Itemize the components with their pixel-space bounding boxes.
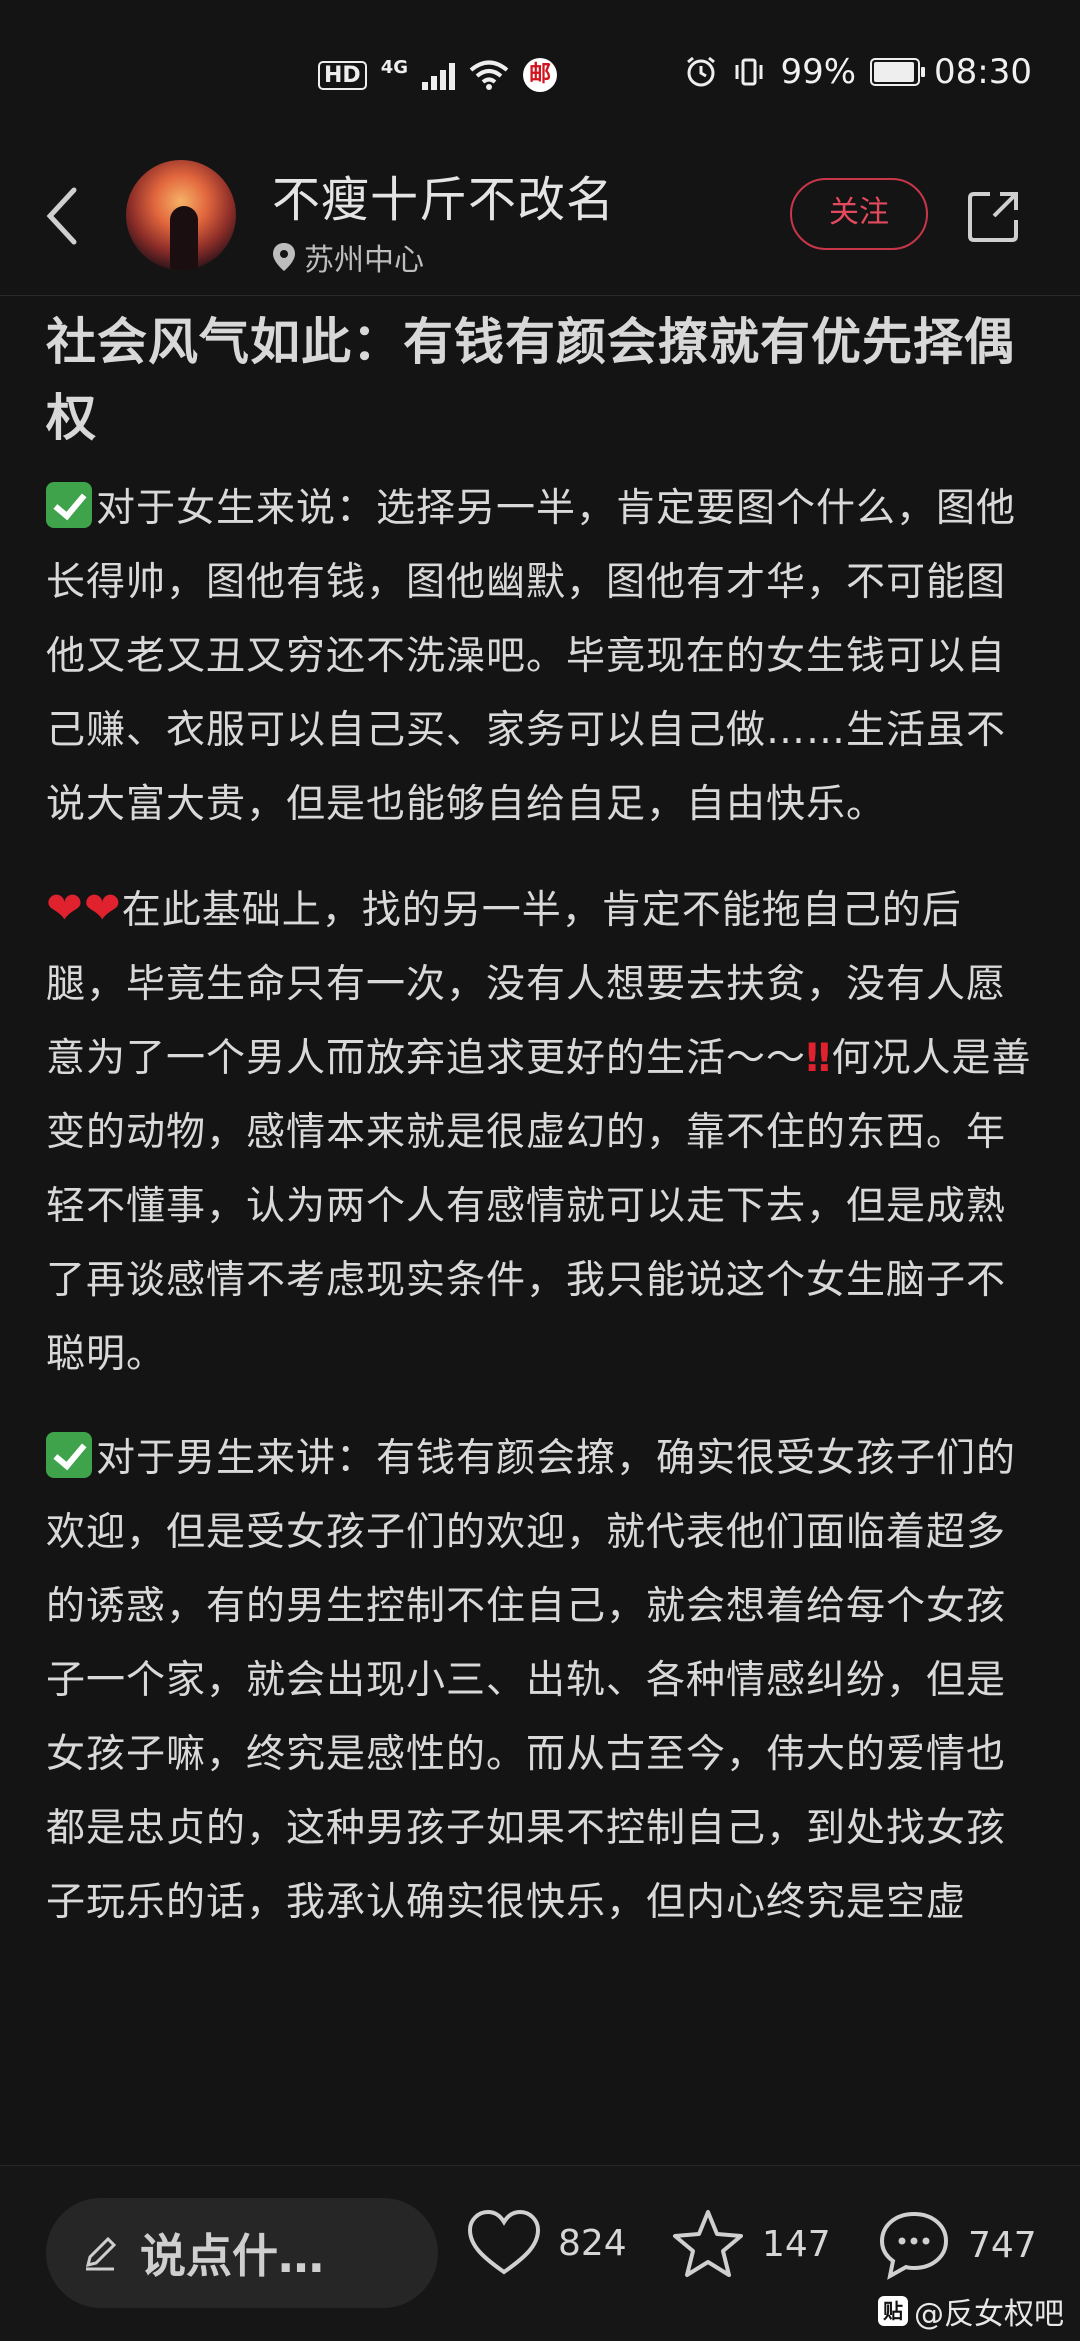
comment-bubble-icon <box>879 2211 949 2280</box>
location: 苏州中心 <box>272 235 424 279</box>
paragraph-1-text: 对于女生来说：选择另一半，肯定要图个什么，图他长得帅，图他有钱，图他幽默，图他有… <box>46 486 1017 827</box>
paragraph-3-text: 对于男生来讲：有钱有颜会撩，确实很受女孩子们的欢迎，但是受女孩子们的欢迎，就代表… <box>46 1436 1017 1925</box>
comment-count: 747 <box>968 2224 1037 2266</box>
bottom-action-bar: 说点什… 824 147 747 贴 @反女权吧 <box>0 2165 1080 2341</box>
wifi-icon <box>469 60 509 90</box>
watermark: 贴 @反女权吧 <box>878 2289 1064 2333</box>
check-mark-icon <box>46 1432 92 1478</box>
post-header: 不瘦十斤不改名 苏州中心 关注 <box>0 150 1080 296</box>
like-count: 824 <box>558 2222 627 2264</box>
comment-button[interactable]: 747 <box>876 2208 1037 2282</box>
follow-button[interactable]: 关注 <box>790 178 928 250</box>
paragraph-2-text-b: 何况人是善变的动物，感情本来就是很虚幻的，靠不住的东西。年轻不懂事，认为两个人有… <box>46 1036 1032 1377</box>
vibrate-icon <box>735 58 763 86</box>
location-pin-icon <box>273 243 295 271</box>
tieba-icon: 贴 <box>878 2296 908 2326</box>
watermark-text: @反女权吧 <box>914 2297 1064 2332</box>
mail-app-icon: 邮 <box>523 58 557 92</box>
location-label: 苏州中心 <box>304 243 424 278</box>
status-bar: HD 4G 邮 99% 08:30 <box>0 0 1080 150</box>
heart-icon: ❤❤ <box>46 883 122 934</box>
favorite-button[interactable]: 147 <box>670 2208 831 2280</box>
status-left: HD 4G 邮 <box>318 56 557 92</box>
heart-outline-icon <box>467 2209 541 2275</box>
check-mark-icon <box>46 482 92 528</box>
signal-icon <box>422 60 455 90</box>
post-content: 社会风气如此：有钱有颜会撩就有优先择偶权 对于女生来说：选择另一半，肯定要图个什… <box>46 300 1036 1970</box>
clock: 08:30 <box>934 52 1032 92</box>
favorite-count: 147 <box>762 2223 831 2265</box>
paragraph-3: 对于男生来讲：有钱有颜会撩，确实很受女孩子们的欢迎，但是受女孩子们的欢迎，就代表… <box>46 1422 1036 1940</box>
comment-placeholder: 说点什… <box>140 2229 324 2283</box>
share-icon[interactable] <box>964 186 1024 246</box>
pen-icon <box>85 2236 117 2271</box>
network-type: 4G <box>380 56 408 78</box>
double-exclamation-icon: ‼ <box>806 1036 832 1081</box>
battery-percent: 99% <box>780 52 857 92</box>
paragraph-1: 对于女生来说：选择另一半，肯定要图个什么，图他长得帅，图他有钱，图他幽默，图他有… <box>46 472 1036 842</box>
comment-input[interactable]: 说点什… <box>46 2198 438 2308</box>
paragraph-2: ❤❤在此基础上，找的另一半，肯定不能拖自己的后腿，毕竟生命只有一次，没有人想要去… <box>46 872 1036 1392</box>
status-right: 99% 08:30 <box>684 52 1032 92</box>
battery-icon <box>870 58 926 86</box>
alarm-icon <box>687 56 716 87</box>
post-title: 社会风气如此：有钱有颜会撩就有优先择偶权 <box>46 313 1015 447</box>
username[interactable]: 不瘦十斤不改名 <box>272 160 615 230</box>
back-arrow-icon[interactable] <box>40 180 84 252</box>
star-outline-icon <box>673 2210 743 2277</box>
avatar[interactable] <box>126 160 236 270</box>
like-button[interactable]: 824 <box>466 2208 627 2278</box>
hd-indicator: HD <box>318 60 367 90</box>
